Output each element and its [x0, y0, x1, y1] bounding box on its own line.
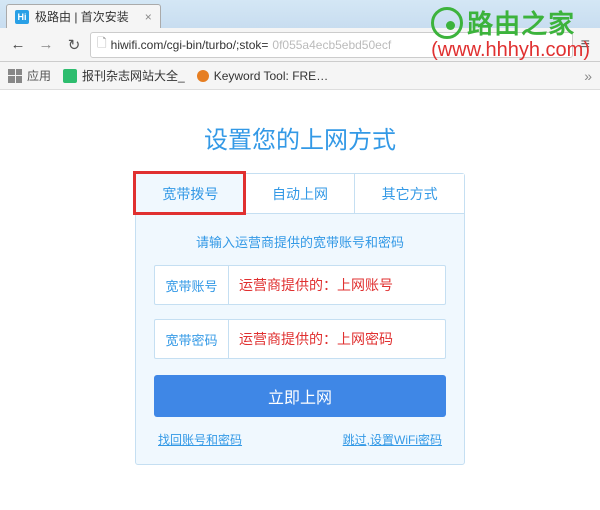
bookmark-favicon: [197, 70, 209, 82]
url-text: hiwifi.com/cgi-bin/turbo/;stok=: [111, 38, 269, 52]
bookmark-bar: 应用 报刊杂志网站大全_ Keyword Tool: FRE… »: [0, 62, 600, 90]
back-button[interactable]: ←: [6, 33, 30, 57]
url-faded: 0f055a4ecb5ebd50ecf: [272, 38, 391, 52]
setup-card: 宽带拨号 自动上网 其它方式 请输入运营商提供的宽带账号和密码 宽带账号 宽带密…: [135, 173, 465, 465]
browser-tab[interactable]: Hi 极路由 | 首次安装 ×: [6, 4, 161, 28]
page-content: 设置您的上网方式 宽带拨号 自动上网 其它方式 请输入运营商提供的宽带账号和密码…: [0, 90, 600, 465]
page-title: 设置您的上网方式: [0, 120, 600, 155]
favicon-icon: Hi: [15, 10, 29, 24]
browser-tab-strip: Hi 极路由 | 首次安装 ×: [0, 0, 600, 28]
bookmark-favicon: [63, 69, 77, 83]
address-bar[interactable]: 🗋 hiwifi.com/cgi-bin/turbo/;stok=0f055a4…: [90, 32, 573, 58]
password-input[interactable]: [229, 320, 445, 358]
forward-button[interactable]: →: [34, 33, 58, 57]
bookmark-item-2[interactable]: Keyword Tool: FRE…: [197, 69, 329, 83]
apps-button[interactable]: 应用: [8, 67, 51, 84]
recover-link[interactable]: 找回账号和密码: [158, 431, 242, 448]
tab-close-icon[interactable]: ×: [145, 10, 152, 24]
bookmark-item-1[interactable]: 报刊杂志网站大全_: [63, 67, 185, 84]
menu-button[interactable]: ≡: [577, 36, 594, 54]
account-label: 宽带账号: [155, 266, 229, 304]
footer-links: 找回账号和密码 跳过,设置WiFi密码: [136, 417, 464, 448]
tab-title: 极路由 | 首次安装: [35, 8, 129, 25]
apps-label: 应用: [27, 67, 51, 84]
skip-link[interactable]: 跳过,设置WiFi密码: [343, 431, 442, 448]
tab-other[interactable]: 其它方式: [354, 174, 464, 214]
apps-icon: [8, 69, 22, 83]
bookmarks-overflow[interactable]: »: [584, 68, 592, 84]
bookmark-label: Keyword Tool: FRE…: [214, 69, 329, 83]
tab-dhcp[interactable]: 自动上网: [245, 174, 355, 214]
connect-button[interactable]: 立即上网: [154, 375, 446, 417]
page-icon: 🗋: [97, 34, 107, 55]
password-field: 宽带密码: [154, 319, 446, 359]
account-input[interactable]: [229, 266, 445, 304]
reload-button[interactable]: ↻: [62, 33, 86, 57]
account-field: 宽带账号: [154, 265, 446, 305]
credentials-form: 宽带账号 宽带密码: [136, 265, 464, 359]
form-hint: 请输入运营商提供的宽带账号和密码: [136, 232, 464, 251]
browser-toolbar: ← → ↻ 🗋 hiwifi.com/cgi-bin/turbo/;stok=0…: [0, 28, 600, 62]
tab-pppoe[interactable]: 宽带拨号: [136, 174, 245, 214]
connection-tabs: 宽带拨号 自动上网 其它方式: [136, 174, 464, 214]
bookmark-label: 报刊杂志网站大全_: [82, 67, 185, 84]
password-label: 宽带密码: [155, 320, 229, 358]
